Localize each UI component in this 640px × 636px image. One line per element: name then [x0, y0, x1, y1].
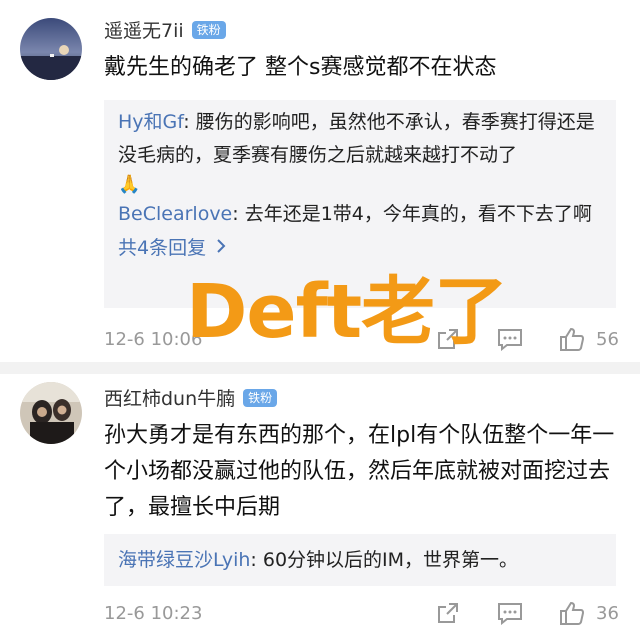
- fan-badge: 铁粉: [243, 388, 278, 407]
- reply-text: 60分钟以后的IM，世界第一。: [262, 549, 519, 571]
- comment-date: 12-6 10:23: [104, 602, 203, 624]
- overlay-caption: Deft老了: [186, 269, 508, 355]
- like-count: 56: [596, 328, 619, 350]
- more-replies-link[interactable]: 共4条回复: [104, 231, 616, 265]
- reply-text: 腰伤的影响吧，虽然他不承认，春季赛打得还是没毛病的，夏季赛有腰伤之后就越来越打不…: [118, 111, 595, 166]
- comment-footer: 12-6 10:23 36: [104, 596, 624, 630]
- comment-text: 孙大勇才是有东西的那个，在lpl有个队伍整个一年一个小场都没赢过他的队伍，然后年…: [104, 423, 615, 520]
- reply-username[interactable]: 海带绿豆沙Lyih: [118, 549, 250, 571]
- reply-item: BeClearlove: 去年还是1带4，今年真的，看不下去了啊: [118, 203, 592, 225]
- divider: [0, 362, 640, 374]
- like-icon[interactable]: [558, 599, 586, 627]
- reply-username[interactable]: BeClearlove: [118, 203, 232, 225]
- avatar[interactable]: [20, 18, 82, 80]
- comment-card: 西红柿dun牛腩 铁粉 孙大勇才是有东西的那个，在lpl有个队伍整个一年一个小场…: [0, 374, 640, 636]
- username-row: 遥遥无7ii 铁粉: [104, 16, 226, 43]
- fan-badge: 铁粉: [191, 20, 226, 39]
- reply-item: Hy和Gf: 腰伤的影响吧，虽然他不承认，春季赛打得还是没毛病的，夏季赛有腰伤之…: [104, 106, 616, 198]
- username[interactable]: 西红柿dun牛腩: [104, 384, 235, 411]
- share-icon[interactable]: [434, 599, 462, 627]
- more-replies-label: 共4条回复: [118, 237, 207, 259]
- pray-emoji-icon: 🙏: [118, 174, 141, 195]
- chevron-right-icon: [216, 231, 226, 265]
- like-count: 36: [596, 602, 619, 624]
- username-row: 西红柿dun牛腩 铁粉: [104, 384, 278, 411]
- username[interactable]: 遥遥无7ii: [104, 16, 184, 43]
- reply-text: 去年还是1带4，今年真的，看不下去了啊: [244, 203, 592, 225]
- reply-username[interactable]: Hy和Gf: [118, 111, 183, 133]
- reply-item: 海带绿豆沙Lyih: 60分钟以后的IM，世界第一。: [118, 549, 519, 571]
- reply-box[interactable]: 海带绿豆沙Lyih: 60分钟以后的IM，世界第一。: [104, 534, 616, 586]
- like-icon[interactable]: [558, 325, 586, 353]
- comment-icon[interactable]: [496, 599, 524, 627]
- comment-text: 戴先生的确老了 整个s赛感觉都不在状态: [104, 55, 497, 80]
- avatar[interactable]: [20, 382, 82, 444]
